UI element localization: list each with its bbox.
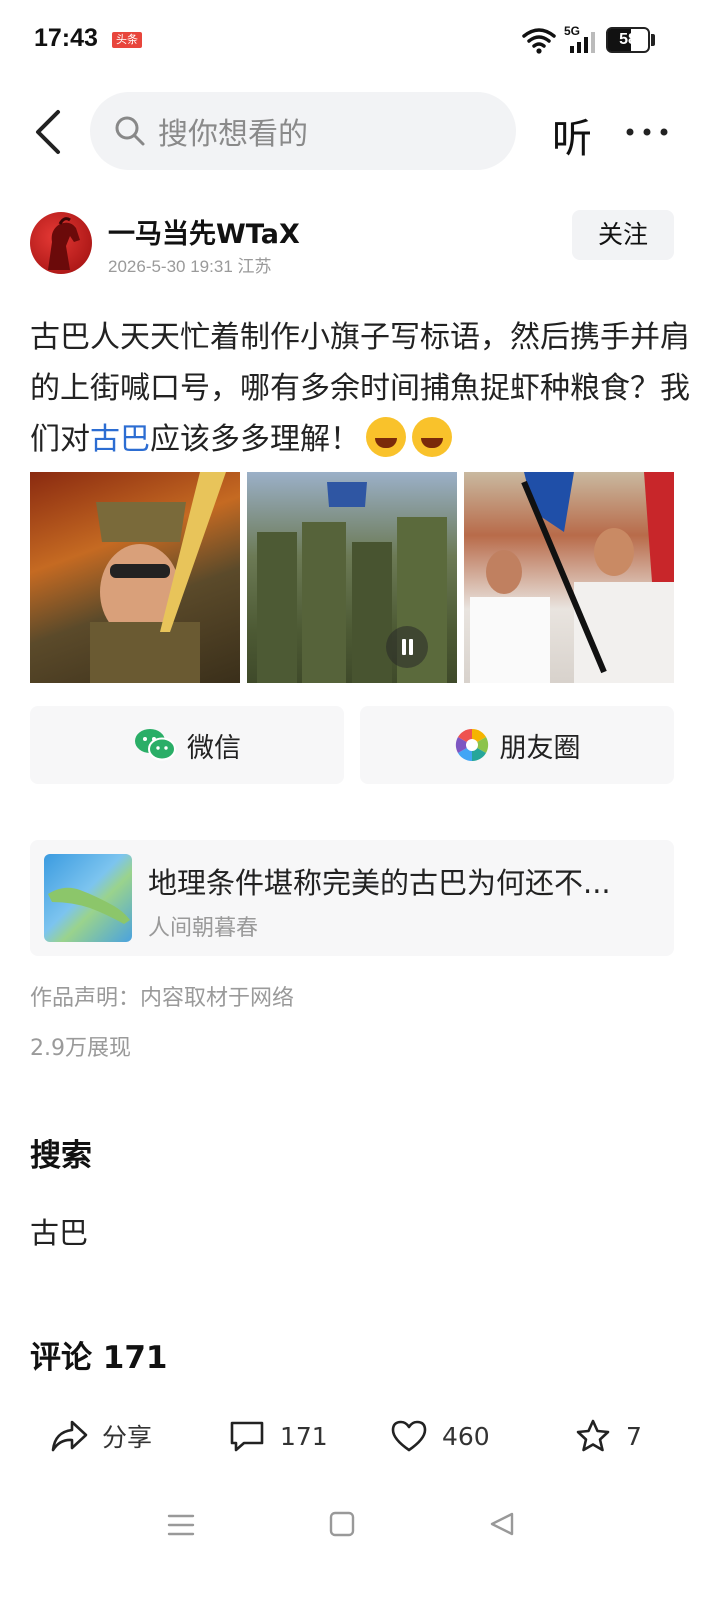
search-input[interactable]: 搜你想看的 [90,92,516,170]
image-gallery [30,472,674,683]
avatar[interactable] [30,212,92,274]
share-action[interactable]: 分享 [50,1410,152,1462]
chevron-left-icon [36,110,60,154]
search-placeholder: 搜你想看的 [158,117,308,152]
status-time: 17:43 [34,24,98,52]
menu-nav-icon[interactable] [166,1510,196,1540]
horse-avatar-image [48,217,80,270]
search-icon [115,116,145,146]
pause-icon[interactable] [386,626,428,668]
comments-section-title: 评论 171 [30,1340,168,1376]
favorite-action[interactable]: 7 [574,1410,642,1462]
share-wechat-label: 微信 [187,732,241,764]
rally-illustration [470,472,674,683]
system-navigation-bar [0,1496,720,1556]
signal-icon [570,32,595,53]
share-arrow-icon [51,1420,88,1452]
post-meta: 2026-5-30 19:31 江苏 [108,257,272,276]
like-action[interactable]: 460 [390,1410,490,1462]
related-search-term[interactable]: 古巴 [30,1210,88,1252]
article-title: 地理条件堪称完美的古巴为何还不... [148,866,611,900]
map-thumbnail-illustration [48,887,130,924]
status-bar: 17:43 头条 5G 58 [0,0,720,80]
wechat-icon [135,729,176,761]
share-moments-button[interactable]: 朋友圈 [360,706,674,784]
like-count: 460 [442,1421,490,1451]
post-image-1[interactable] [30,472,240,683]
content-declaration: 作品声明：内容取材于网络 [30,986,295,1011]
back-nav-icon[interactable] [488,1510,516,1538]
share-moments-label: 朋友圈 [499,732,581,764]
listen-button[interactable]: 听 [552,106,592,164]
home-nav-icon[interactable] [328,1510,356,1538]
battery-tip [651,34,655,46]
app-notification-badge: 头条 [112,32,142,48]
search-section-title: 搜索 [30,1138,92,1174]
star-icon [576,1419,610,1452]
favorite-count: 7 [626,1421,642,1451]
post-image-3[interactable] [464,472,674,683]
author-name[interactable]: 一马当先WTaX [108,212,300,251]
view-count: 2.9万展现 [30,1036,131,1061]
moments-icon [455,728,488,762]
post-video-2[interactable] [247,472,457,683]
back-button[interactable] [30,108,70,156]
portrait-illustration [90,472,226,683]
wifi-icon [522,28,556,54]
more-dots-icon [626,128,668,136]
linked-article-card[interactable]: 地理条件堪称完美的古巴为何还不... 人间朝暮春 [30,840,674,956]
follow-button[interactable]: 关注 [572,210,674,260]
laughing-emoji-icon [366,417,406,457]
post-content: 古巴人天天忙着制作小旗子写标语，然后携手并肩的上街喊口号，哪有多余时间捕魚捉虾种… [30,312,690,465]
battery-percentage: 58 [619,31,637,48]
share-wechat-button[interactable]: 微信 [30,706,344,784]
battery-icon: 58 [606,27,650,53]
article-thumbnail [44,854,132,942]
more-button[interactable] [622,112,672,152]
post-text-after: 应该多多理解！ [150,422,360,457]
article-source: 人间朝暮春 [148,916,259,941]
hashtag-link[interactable]: 古巴 [90,422,150,457]
comment-icon [230,1421,264,1452]
comment-count: 171 [280,1421,328,1451]
rofl-emoji-icon [412,417,452,457]
heart-icon [391,1420,427,1452]
share-action-label: 分享 [102,1423,153,1452]
comment-action[interactable]: 171 [228,1410,328,1462]
